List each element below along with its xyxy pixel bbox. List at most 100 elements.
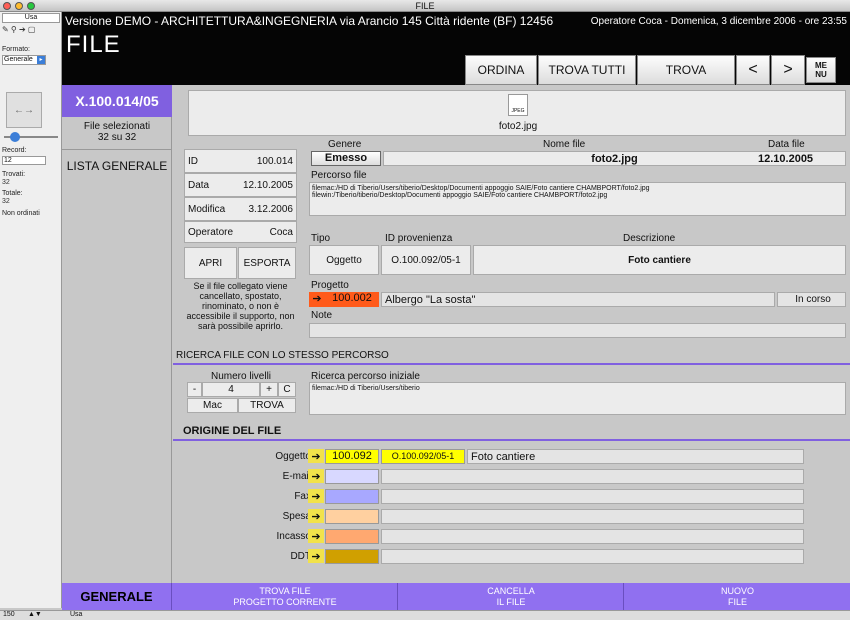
note-field[interactable] <box>309 323 846 338</box>
tipo-field[interactable]: Oggetto <box>309 245 379 275</box>
progetto-label: Progetto <box>311 280 349 291</box>
operator-text: Operatore Coca - Domenica, 3 dicembre 20… <box>590 16 847 27</box>
ricerca-section-title: RICERCA FILE CON LO STESSO PERCORSO <box>176 350 389 361</box>
thumbnail-name: foto2.jpg <box>498 121 538 132</box>
note-label: Note <box>311 310 333 321</box>
arrow-right-icon[interactable]: ➔ <box>308 509 324 523</box>
menu-button[interactable]: ME NU <box>806 57 836 83</box>
genere-button[interactable]: Emesso <box>311 151 381 166</box>
ricerca-percorso-field[interactable]: filemac:/HD di Tiberio/Users/tiberio <box>309 382 846 415</box>
format-select[interactable]: Generale ▸ <box>2 55 46 65</box>
ricerca-percorso-label: Ricerca percorso iniziale <box>311 371 420 382</box>
mode-icons[interactable]: ✎ ⚲ ➔ ▢ <box>2 25 60 35</box>
origine-row-label: DDT <box>290 551 311 562</box>
jpeg-file-icon: JPEG <box>508 94 528 116</box>
sort-status: Non ordinati <box>2 210 40 217</box>
idprov-field[interactable]: O.100.092/05-1 <box>381 245 471 275</box>
origine-row-desc[interactable] <box>381 529 804 544</box>
modifica-field: Modifica 3.12.2006 <box>184 197 297 221</box>
previous-record-button[interactable]: < <box>736 55 770 85</box>
progetto-code[interactable]: 100.002 <box>325 292 379 307</box>
record-input[interactable]: 12 <box>2 156 46 165</box>
origine-row-desc[interactable] <box>381 489 804 504</box>
arrow-right-icon[interactable]: ➔ <box>308 469 324 483</box>
arrow-right-icon[interactable]: ➔ <box>309 292 325 307</box>
status-area: Usa ✎ ⚲ ➔ ▢ Formato: Generale ▸ ←→ Record… <box>0 12 62 608</box>
slider-thumb[interactable] <box>10 132 20 142</box>
trova-file-progetto-button[interactable]: TROVA FILE PROGETTO CORRENTE <box>173 583 398 610</box>
apri-button[interactable]: APRI <box>184 247 237 279</box>
lista-generale-button[interactable]: LISTA GENERALE <box>62 159 172 173</box>
tipo-label: Tipo <box>311 233 331 244</box>
minus-button[interactable]: - <box>187 382 202 397</box>
percorso-field[interactable]: filemac:/HD di Tiberio/Users/tiberio/Des… <box>309 182 846 216</box>
arrow-right-icon[interactable]: ➔ <box>308 549 324 563</box>
ricerca-trova-button[interactable]: TROVA <box>238 398 296 413</box>
record-code: X.100.014/05 <box>62 85 172 117</box>
origine-row-code[interactable] <box>325 509 379 524</box>
mode-selector[interactable]: Usa <box>2 13 60 23</box>
window-title-bar: FILE <box>0 0 850 12</box>
origine-row-code[interactable] <box>325 489 379 504</box>
percorso-label: Percorso file <box>311 170 367 181</box>
livelli-label: Numero livelli <box>211 371 272 382</box>
nuovo-file-button[interactable]: NUOVO FILE <box>625 583 850 610</box>
origine-section-title: ORIGINE DEL FILE <box>183 425 282 437</box>
idprov-label: ID provenienza <box>385 233 453 244</box>
arrow-right-icon[interactable]: ➔ <box>308 489 324 503</box>
arrow-right-icon[interactable]: ➔ <box>308 529 324 543</box>
progetto-status: In corso <box>777 292 846 307</box>
book-navigator-icon[interactable]: ←→ <box>6 92 42 128</box>
file-preview[interactable]: JPEG foto2.jpg <box>188 90 846 136</box>
origine-row-code[interactable] <box>325 529 379 544</box>
main-content: JPEG foto2.jpg Genere Emesso foto2.jpg N… <box>173 85 850 610</box>
window-title: FILE <box>415 1 435 11</box>
origine-row-code[interactable]: 100.092 <box>325 449 379 464</box>
plus-button[interactable]: + <box>260 382 278 397</box>
arrow-right-icon[interactable]: ➔ <box>308 449 324 463</box>
origine-row-code[interactable] <box>325 549 379 564</box>
zoom-icon[interactable]: ▲▼ <box>28 611 42 618</box>
nome-file-label: Nome file <box>543 139 586 150</box>
origine-row-label: E-mail <box>282 471 311 482</box>
trova-button[interactable]: TROVA <box>637 55 735 85</box>
left-panel: X.100.014/05 File selezionati 32 su 32 LI… <box>62 85 172 610</box>
progetto-name[interactable]: Albergo "La sosta" <box>381 292 775 307</box>
livelli-field[interactable]: 4 <box>202 382 260 397</box>
origine-row-desc[interactable] <box>381 509 804 524</box>
origine-row-label: Incasso <box>276 531 311 542</box>
cancella-file-button[interactable]: CANCELLA IL FILE <box>399 583 624 610</box>
page-title: FILE <box>66 31 121 58</box>
descrizione-field[interactable]: Foto cantiere <box>473 245 846 275</box>
chevron-down-icon: ▸ <box>37 56 45 64</box>
zoom-level[interactable]: 150 <box>3 611 15 618</box>
record-label: Record: <box>2 147 27 154</box>
mac-button[interactable]: Mac <box>187 398 238 413</box>
trova-tutti-button[interactable]: TROVA TUTTI <box>538 55 636 85</box>
found-label: Trovati: <box>2 171 26 178</box>
origine-row-label: Oggetto <box>275 451 311 462</box>
header-banner: Versione DEMO - ARCHITETTURA&INGEGNERIA … <box>62 12 850 85</box>
found-value: 32 <box>2 179 10 186</box>
bottom-bar: GENERALE TROVA FILE PROGETTO CORRENTE CAN… <box>62 583 850 610</box>
esporta-button[interactable]: ESPORTA <box>238 247 296 279</box>
mode-status: Usa <box>70 611 83 618</box>
next-record-button[interactable]: > <box>771 55 805 85</box>
minimize-window-button[interactable] <box>15 2 23 10</box>
origine-row-desc[interactable] <box>381 469 804 484</box>
origine-row-desc[interactable]: Foto cantiere <box>467 449 804 464</box>
warning-text: Se il file collegato viene cancellato, s… <box>186 281 295 331</box>
data-field: Data 12.10.2005 <box>184 173 297 197</box>
origine-row-label: Spesa <box>282 511 311 522</box>
origine-row-sub[interactable]: O.100.092/05-1 <box>381 449 465 464</box>
clear-button[interactable]: C <box>278 382 296 397</box>
ordina-button[interactable]: ORDINA <box>465 55 537 85</box>
origine-row-code[interactable] <box>325 469 379 484</box>
generale-tab[interactable]: GENERALE <box>62 583 172 610</box>
data-file-label: Data file <box>768 139 805 150</box>
operatore-field: Operatore Coca <box>184 221 297 243</box>
origine-row-desc[interactable] <box>381 549 804 564</box>
selection-count: File selezionati 32 su 32 <box>83 121 151 143</box>
zoom-window-button[interactable] <box>27 2 35 10</box>
close-window-button[interactable] <box>3 2 11 10</box>
